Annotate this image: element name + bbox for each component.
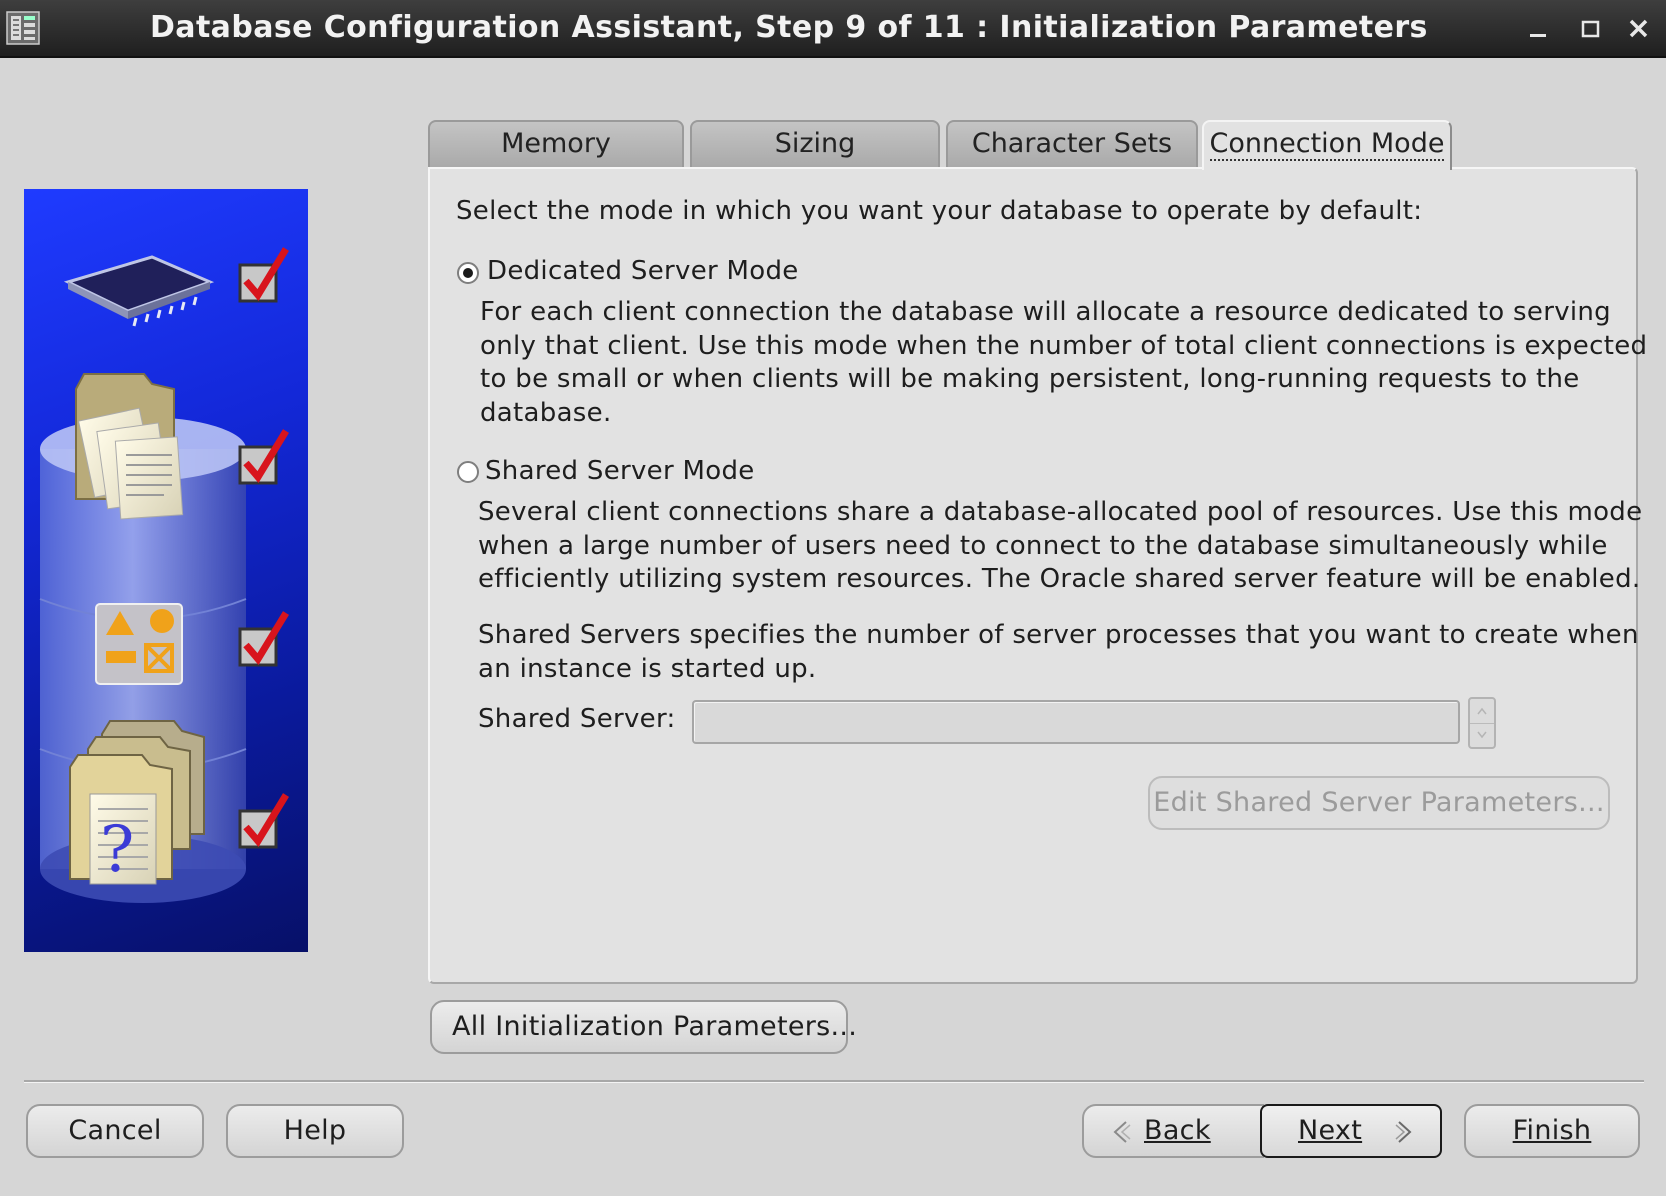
wizard-banner: ?	[24, 189, 308, 952]
shared-server-input[interactable]	[692, 700, 1460, 744]
description-line: Shared Servers specifies the number of s…	[478, 620, 1639, 650]
back-arrow-icon	[1113, 1121, 1131, 1143]
back-button[interactable]: Back	[1082, 1104, 1264, 1158]
shared-server-label[interactable]: Shared Server Mode	[485, 456, 755, 486]
step-checkmark-icon	[238, 247, 289, 303]
edit-shared-server-parameters-button[interactable]: Edit Shared Server Parameters...	[1148, 776, 1610, 830]
footer-separator	[24, 1080, 1644, 1083]
description-line: For each client connection the database …	[480, 297, 1611, 327]
shared-servers-description: Shared Servers specifies the number of s…	[478, 619, 1639, 686]
shared-server-description: Several client connections share a datab…	[478, 496, 1642, 597]
tab-sizing[interactable]: Sizing	[690, 120, 940, 168]
next-arrow-icon	[1395, 1121, 1412, 1143]
tab-label: Sizing	[774, 128, 856, 159]
description-line: an instance is started up.	[478, 653, 817, 684]
minimize-icon[interactable]	[1524, 14, 1554, 44]
description-line: when a large number of users need to con…	[478, 530, 1608, 561]
tab-label: Memory	[501, 128, 611, 159]
description-line: only that client. Use this mode when the…	[480, 330, 1648, 361]
tab-label: Character Sets	[971, 128, 1173, 159]
spinner-down-icon[interactable]	[1470, 723, 1494, 747]
dedicated-server-radio[interactable]	[457, 262, 479, 284]
title-bar: Database Configuration Assistant, Step 9…	[0, 0, 1666, 58]
shared-server-field-label: Shared Server:	[478, 704, 676, 734]
database-wizard-icon	[6, 11, 40, 45]
tab-label: Connection Mode	[1209, 128, 1445, 161]
spinner-up-icon[interactable]	[1470, 699, 1494, 724]
next-button[interactable]: Next	[1260, 1104, 1442, 1158]
cancel-button[interactable]: Cancel	[26, 1104, 204, 1158]
help-button[interactable]: Help	[226, 1104, 404, 1158]
shared-server-radio[interactable]	[457, 461, 479, 483]
finish-button[interactable]: Finish	[1464, 1104, 1640, 1158]
step-checkmark-icon	[238, 429, 289, 485]
tab-connection-mode[interactable]: Connection Mode	[1202, 120, 1452, 170]
all-initialization-parameters-button[interactable]: All Initialization Parameters...	[430, 1000, 857, 1054]
step-checkmark-icon	[238, 611, 289, 667]
memory-chip-icon	[63, 255, 215, 327]
shared-server-spinner[interactable]	[1468, 697, 1496, 749]
dedicated-server-label[interactable]: Dedicated Server Mode	[487, 256, 799, 286]
description-line: Several client connections share a datab…	[478, 497, 1643, 527]
dedicated-server-description: For each client connection the database …	[480, 296, 1647, 430]
description-line: database.	[480, 397, 612, 428]
description-line: efficiently utilizing system resources. …	[478, 564, 1641, 594]
shapes-icon	[95, 603, 183, 685]
finish-label: Finish	[1512, 1115, 1592, 1146]
tab-memory[interactable]: Memory	[428, 120, 684, 168]
next-label: Next	[1298, 1115, 1363, 1146]
description-line: to be small or when clients will be maki…	[480, 364, 1580, 394]
window-title: Database Configuration Assistant, Step 9…	[150, 10, 1428, 45]
mode-instruction: Select the mode in which you want your d…	[456, 196, 1423, 226]
svg-text:?: ?	[100, 813, 134, 887]
step-checkmark-icon	[238, 793, 289, 849]
close-icon[interactable]	[1624, 14, 1654, 44]
tab-character-sets[interactable]: Character Sets	[946, 120, 1198, 168]
maximize-icon[interactable]	[1576, 14, 1606, 44]
document-folder-icon	[75, 373, 184, 520]
back-label: Back	[1144, 1115, 1211, 1146]
